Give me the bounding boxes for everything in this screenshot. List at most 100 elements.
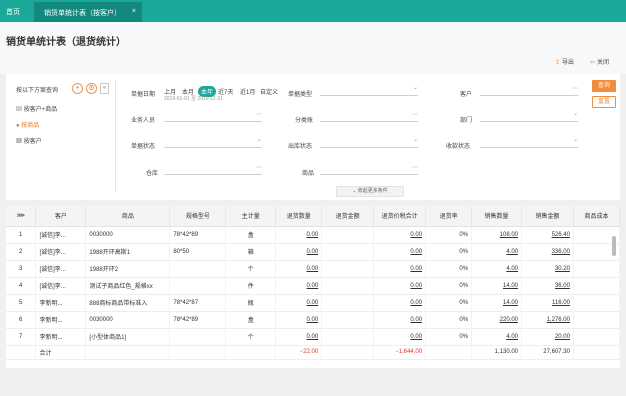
chevron-down-icon: ⌄ bbox=[412, 137, 418, 143]
cell-sale-amt[interactable]: 20.00 bbox=[521, 328, 574, 346]
col-header[interactable]: 退货金额 bbox=[321, 206, 375, 227]
cell-ret-qty[interactable]: 0.00 bbox=[275, 243, 323, 261]
table-row[interactable]: 6 李新明... 0030000 78*42*89 盒 0.00 0.00 0%… bbox=[6, 311, 620, 329]
col-header[interactable]: 商品成本 bbox=[573, 206, 620, 227]
cell-customer: [诚信]李... bbox=[35, 260, 87, 278]
cell-ret-total[interactable]: 0.00 bbox=[373, 260, 427, 278]
col-header[interactable]: 规格型号 bbox=[169, 206, 227, 227]
out-status-select[interactable]: ⌄ bbox=[320, 137, 418, 148]
cell-ret-amt bbox=[321, 260, 375, 278]
out-status-label: 出库状态 bbox=[288, 144, 313, 150]
add-scheme-icon[interactable]: + bbox=[72, 83, 83, 94]
cell-spec bbox=[169, 260, 227, 278]
cell-ret-total[interactable]: 0.00 bbox=[373, 328, 427, 346]
table-row[interactable]: 1 [诚信]李... 0030000 78*42*89 盒 0.00 0.00 … bbox=[6, 226, 620, 244]
cell-sale-qty[interactable]: 4.00 bbox=[471, 328, 522, 346]
cell-customer: 李新明... bbox=[35, 311, 87, 329]
cell-ret-qty[interactable]: 0.00 bbox=[275, 260, 323, 278]
scheme-item-product[interactable]: ● 按商品 bbox=[16, 120, 39, 129]
cell-ret-total[interactable]: 0.00 bbox=[373, 311, 427, 329]
product-label: 商品 bbox=[302, 171, 315, 177]
customer-input[interactable]: ⋯ bbox=[480, 85, 578, 96]
cell-ret-qty[interactable]: 0.00 bbox=[275, 311, 323, 329]
reset-button[interactable]: 重置 bbox=[592, 96, 616, 108]
table-row[interactable]: 4 [诚信]李... 测试子商品红色_规格xx 件 0.00 0.00 0% 1… bbox=[6, 277, 620, 295]
cell-sale-qty[interactable]: 4.00 bbox=[471, 260, 522, 278]
collect-status-label: 收款状态 bbox=[446, 144, 471, 150]
export-button[interactable]: ⇪ 导出 bbox=[555, 57, 574, 66]
col-header[interactable]: 客户 bbox=[35, 206, 87, 227]
home-tab[interactable]: 首页 bbox=[6, 7, 20, 17]
scheme-item-customer-product[interactable]: ▤ 按客户+商品 bbox=[16, 104, 57, 113]
cell-spec bbox=[169, 277, 227, 295]
more-icon: ⋯ bbox=[256, 165, 262, 171]
cell-sale-amt[interactable]: 336.00 bbox=[521, 243, 574, 261]
column-settings-icon[interactable]: ⋙ bbox=[6, 206, 37, 227]
col-header[interactable]: 退货率 bbox=[425, 206, 473, 227]
dept-label: 部门 bbox=[460, 118, 473, 124]
settings-icon[interactable]: ⚙ bbox=[86, 83, 97, 94]
cell-ret-qty[interactable]: 0.00 bbox=[275, 328, 323, 346]
cell-product: 0030000 bbox=[85, 226, 171, 244]
collapse-icon[interactable]: « bbox=[100, 83, 109, 94]
total-ret-total: −1,644.00 bbox=[373, 345, 427, 360]
cell-ret-total[interactable]: 0.00 bbox=[373, 294, 427, 312]
cell-ret-amt bbox=[321, 243, 375, 261]
col-header[interactable]: 销售金额 bbox=[521, 206, 574, 227]
scheme-item-customer[interactable]: ▦ 按客户 bbox=[16, 136, 42, 145]
cell-sale-qty[interactable]: 220.00 bbox=[471, 311, 522, 329]
col-header[interactable]: 主计量 bbox=[225, 206, 277, 227]
table-row[interactable]: 2 [诚信]李... 1988开环高斯1 80*50 箱 0.00 0.00 0… bbox=[6, 243, 620, 261]
row-index: 7 bbox=[6, 328, 37, 346]
cell-rate: 0% bbox=[425, 226, 473, 244]
col-header[interactable]: 退货价税合计 bbox=[373, 206, 427, 227]
cell-sale-amt[interactable]: 116.00 bbox=[521, 294, 574, 312]
product-input[interactable]: ⋯ bbox=[320, 164, 418, 175]
tab-sales-report[interactable]: 销货单统计表（按客户） × bbox=[34, 2, 142, 22]
bill-status-select[interactable]: ⌄ bbox=[164, 137, 262, 148]
cell-ret-qty[interactable]: 0.00 bbox=[275, 226, 323, 244]
ledger-input[interactable]: ⋯ bbox=[320, 111, 418, 122]
dept-select[interactable]: ⌄ bbox=[480, 111, 578, 122]
cell-sale-amt[interactable]: 1,276.00 bbox=[521, 311, 574, 329]
cell-ret-total[interactable]: 0.00 bbox=[373, 277, 427, 295]
cell-sale-qty[interactable]: 108.00 bbox=[471, 226, 522, 244]
cell-sale-qty[interactable]: 14.00 bbox=[471, 294, 522, 312]
table-row[interactable]: 7 李新明... [小型体商品1] 个 0.00 0.00 0% 4.00 20… bbox=[6, 328, 620, 346]
toggle-more-conditions[interactable]: ⌄ 收起更多条件 bbox=[336, 186, 404, 197]
cell-ret-qty[interactable]: 0.00 bbox=[275, 294, 323, 312]
cell-sale-amt[interactable]: 30.20 bbox=[521, 260, 574, 278]
export-label: 导出 bbox=[562, 60, 575, 66]
tab-close-icon[interactable]: × bbox=[132, 8, 136, 15]
divider bbox=[115, 80, 116, 192]
table-row[interactable]: 3 [诚信]李... 1988开环2 个 0.00 0.00 0% 4.00 3… bbox=[6, 260, 620, 278]
row-index: 6 bbox=[6, 311, 37, 329]
warehouse-input[interactable]: ⋯ bbox=[164, 164, 262, 175]
col-header[interactable]: 商品 bbox=[85, 206, 171, 227]
table-row[interactable]: 5 李新明... 888商标商品带标准入 78*42*87 瓶 0.00 0.0… bbox=[6, 294, 620, 312]
cell-unit: 件 bbox=[225, 277, 277, 295]
cell-ret-total[interactable]: 0.00 bbox=[373, 226, 427, 244]
cell-sale-amt[interactable]: 36.00 bbox=[521, 277, 574, 295]
cell-sale-qty[interactable]: 14.00 bbox=[471, 277, 522, 295]
date-tab-1month[interactable]: 近1月 bbox=[240, 87, 255, 96]
cell-rate: 0% bbox=[425, 243, 473, 261]
cell-sale-amt[interactable]: 526.40 bbox=[521, 226, 574, 244]
query-button[interactable]: 查询 bbox=[592, 80, 616, 92]
cell-product: 0030000 bbox=[85, 311, 171, 329]
cell-rate: 0% bbox=[425, 328, 473, 346]
cell-rate: 0% bbox=[425, 277, 473, 295]
salesman-input[interactable]: ⋯ bbox=[164, 111, 262, 122]
col-header[interactable]: 退货数量 bbox=[275, 206, 323, 227]
collect-status-select[interactable]: ⌄ bbox=[480, 137, 578, 148]
report-table: ⋙ 客户 商品 规格型号 主计量 退货数量 退货金额 退货价税合计 退货率 销售… bbox=[6, 206, 620, 368]
cell-sale-qty[interactable]: 4.00 bbox=[471, 243, 522, 261]
cell-ret-total[interactable]: 0.00 bbox=[373, 243, 427, 261]
cell-ret-qty[interactable]: 0.00 bbox=[275, 277, 323, 295]
vertical-scrollbar[interactable] bbox=[612, 236, 616, 256]
bill-type-select[interactable]: ⌄ bbox=[320, 85, 418, 96]
date-tab-custom[interactable]: 自定义 bbox=[260, 87, 278, 96]
col-header[interactable]: 销售数量 bbox=[471, 206, 522, 227]
more-icon: ⋯ bbox=[572, 86, 578, 92]
close-button[interactable]: ⇦ 关闭 bbox=[590, 57, 609, 66]
